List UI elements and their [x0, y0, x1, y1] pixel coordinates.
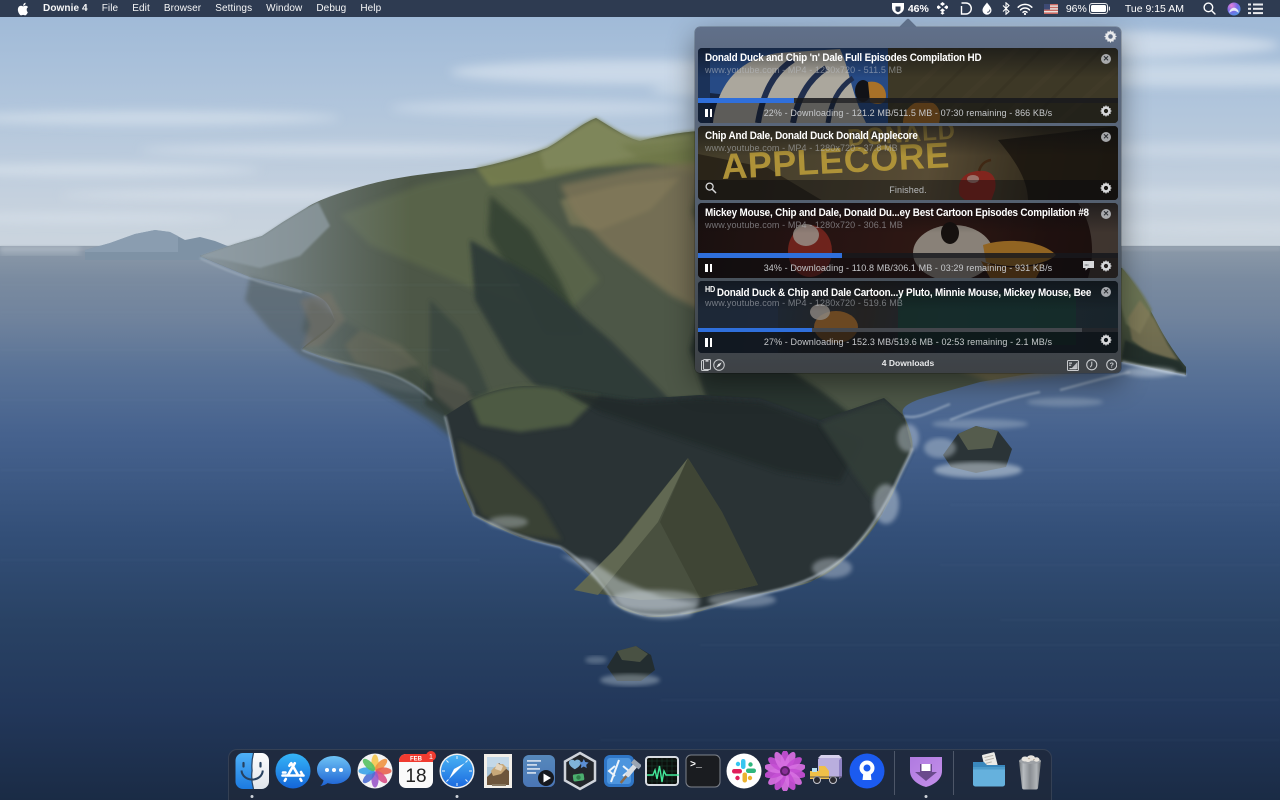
svg-text:?: ?: [1109, 362, 1113, 369]
svg-text:1: 1: [429, 751, 433, 760]
svg-text:>_: >_: [690, 760, 703, 771]
svg-text:FEB: FEB: [410, 756, 423, 762]
svg-text:18: 18: [405, 766, 426, 787]
svg-text:•••: •••: [1085, 262, 1090, 267]
